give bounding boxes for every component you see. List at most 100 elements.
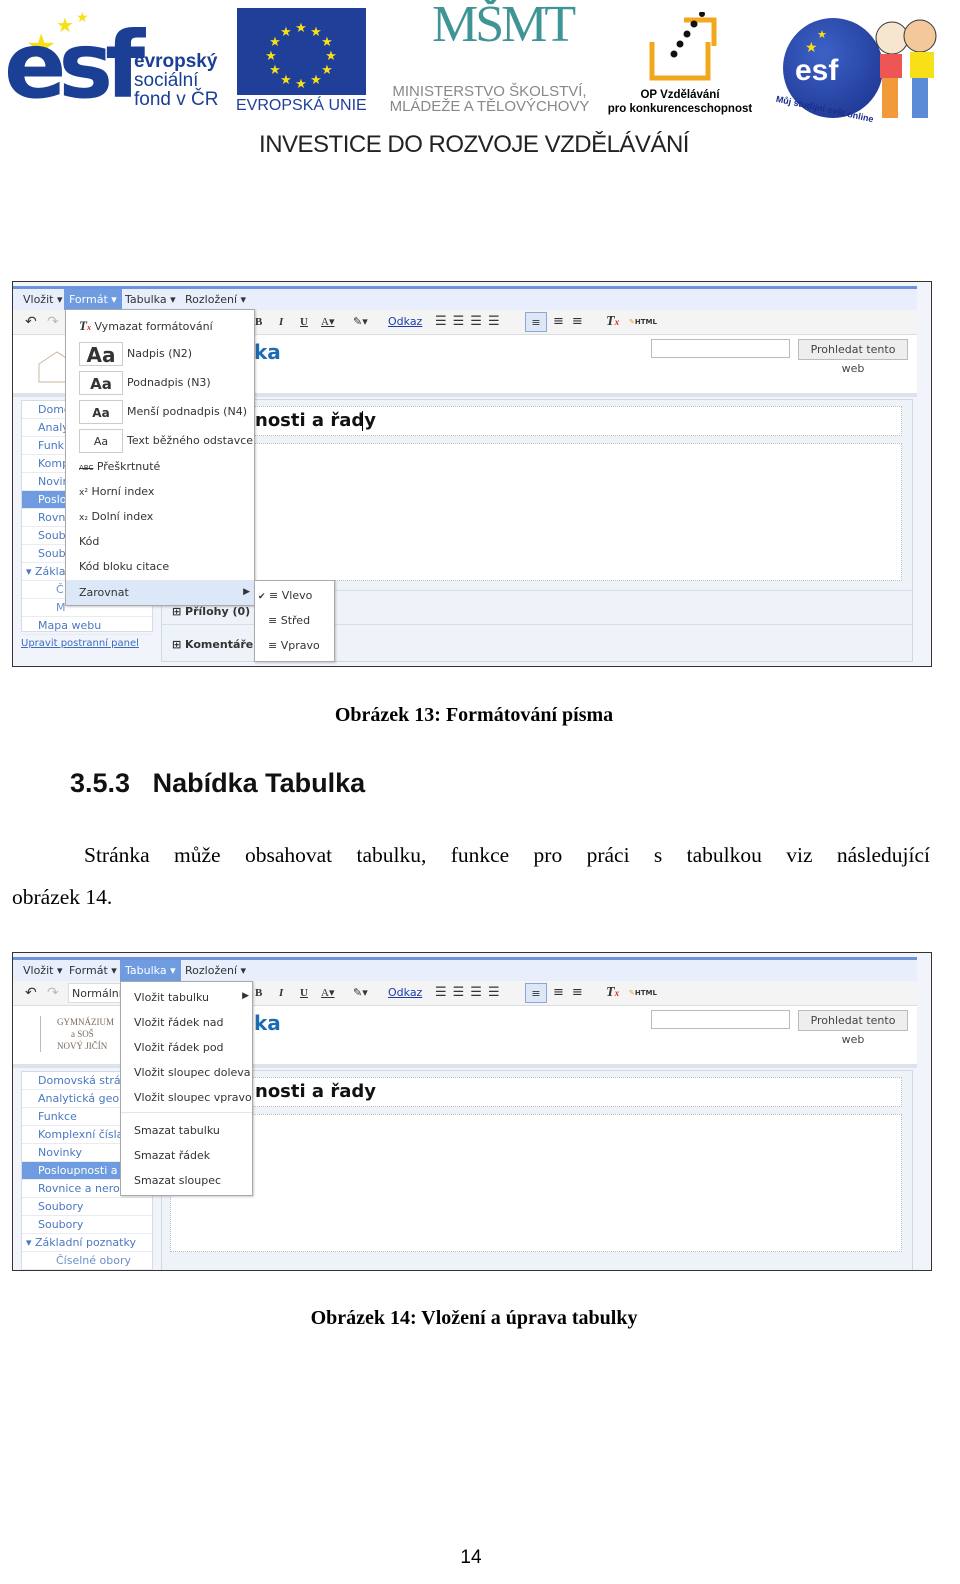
menu-item-insert-row-above[interactable]: Vložit řádek nad <box>121 1016 252 1029</box>
menu-item-heading-n4[interactable]: Aa Menší podnadpis (N4) <box>66 400 254 424</box>
site-title: ka <box>254 340 281 364</box>
clear-format-icon[interactable]: Tx <box>606 983 619 1003</box>
html-button[interactable]: ✎HTML <box>629 312 657 332</box>
menu-item-subscript[interactable]: x₂ Dolní index <box>66 510 254 523</box>
menu-item-heading-n3[interactable]: Aa Podnadpis (N3) <box>66 371 254 395</box>
format-menu: Tx Vymazat formátování Aa Nadpis (N2) Aa P… <box>65 309 255 606</box>
align-submenu: ✔ ≡ Vlevo ≡ Střed ≡ Vpravo <box>254 580 335 662</box>
highlight-button[interactable]: ✎▾ <box>353 983 368 1003</box>
align-center-right-icons[interactable]: ≡≡ <box>553 312 591 332</box>
op-line: pro konkurenceschopnost <box>607 103 753 115</box>
italic-button[interactable]: I <box>279 312 283 332</box>
menu-item-delete-row[interactable]: Smazat řádek <box>121 1149 252 1162</box>
align-left-icon[interactable]: ≡ <box>525 312 547 332</box>
align-left-icon[interactable]: ≡ <box>525 983 547 1003</box>
align-right-icon: ≡ <box>268 639 278 652</box>
menu-item-align[interactable]: Zarovnat ▶ <box>66 580 254 605</box>
search-button[interactable]: Prohledat tento web <box>798 339 908 375</box>
page-title-field[interactable]: nosti a řady <box>170 406 902 436</box>
content-area: nosti a řady <box>161 1070 913 1270</box>
menu-item-align-left[interactable]: ✔ ≡ Vlevo <box>255 589 334 602</box>
align-center-right-icons[interactable]: ≡≡ <box>553 983 591 1003</box>
underline-button[interactable]: U <box>300 312 308 332</box>
bold-button[interactable]: B <box>255 312 262 332</box>
menu-item-code[interactable]: Kód <box>66 535 254 548</box>
search-button[interactable]: Prohledat tento web <box>798 1010 908 1046</box>
align-center-icon: ≡ <box>268 614 278 627</box>
menu-item-strikethrough[interactable]: ABC Přeškrtnuté <box>66 460 254 473</box>
menu-rozlozeni[interactable]: Rozložení ▾ <box>180 960 251 981</box>
search-input[interactable] <box>651 339 790 358</box>
menu-separator <box>121 1112 252 1113</box>
bold-button[interactable]: B <box>255 983 262 1003</box>
undo-icon[interactable]: ↶ <box>25 983 37 1003</box>
esf-logo-text: evropský sociální fond v ČR <box>134 52 218 109</box>
sidebar-item[interactable]: Číselné obory <box>22 1252 152 1270</box>
svg-text:★: ★ <box>310 24 322 39</box>
svg-text:★: ★ <box>280 24 292 39</box>
menu-tabulka[interactable]: Tabulka ▾ <box>120 960 181 981</box>
redo-icon[interactable]: ↷ <box>47 983 59 1003</box>
attachments-toggle[interactable]: ⊞ Přílohy (0) <box>172 605 250 618</box>
undo-icon[interactable]: ↶ <box>25 312 37 332</box>
strikethrough-icon: ABC <box>79 464 94 472</box>
page-body-field[interactable] <box>170 443 902 581</box>
menu-item-insert-col-left[interactable]: Vložit sloupec doleva <box>121 1066 252 1079</box>
menu-format[interactable]: Formát ▾ <box>64 289 122 310</box>
search-input[interactable] <box>651 1010 790 1029</box>
school-logo-line: a SOŠ <box>71 1029 94 1039</box>
editor-screenshot-table: Vložit ▾ Formát ▾ Tabulka ▾ Rozložení ▾ … <box>12 952 932 1271</box>
msmt-logo-text: MINISTERSTVO ŠKOLSTVÍ, MLÁDEŽE A TĚLOVÝC… <box>377 84 602 114</box>
submenu-arrow-icon: ▶ <box>242 991 249 1001</box>
menu-item-insert-table[interactable]: Vložit tabulku ▶ <box>121 991 252 1004</box>
link-button[interactable]: Odkaz <box>388 312 422 332</box>
sidebar-item[interactable]: ▾ Základní poznatky <box>22 1234 152 1252</box>
paragraph-line: obrázek 14. <box>12 885 113 909</box>
menu-item-paragraph[interactable]: Aa Text běžného odstavce <box>66 429 254 453</box>
style-select[interactable]: Normální <box>68 983 123 1003</box>
menu-item-insert-col-right[interactable]: Vložit sloupec vpravo <box>121 1091 252 1104</box>
school-logo-line: NOVÝ JIČÍN <box>57 1041 108 1051</box>
menu-item-delete-column[interactable]: Smazat sloupec <box>121 1174 252 1187</box>
page-title-field[interactable]: nosti a řady <box>170 1077 902 1107</box>
redo-icon[interactable]: ↷ <box>47 312 59 332</box>
svg-text:★: ★ <box>310 72 322 87</box>
page-title: nosti a řady <box>255 410 376 431</box>
menu-vlozit[interactable]: Vložit ▾ <box>18 289 67 310</box>
esf-online-word: esf <box>795 54 839 87</box>
menu-vlozit[interactable]: Vložit ▾ <box>18 960 67 981</box>
clear-format-icon: Tx <box>79 318 91 333</box>
sidebar-item[interactable]: Soubory <box>22 1216 152 1234</box>
link-button[interactable]: Odkaz <box>388 983 422 1003</box>
italic-button[interactable]: I <box>279 983 283 1003</box>
menu-item-align-center[interactable]: ≡ Střed <box>255 614 334 627</box>
list-indent-icons[interactable]: ☰☰☰☰ <box>435 983 506 1003</box>
text-color-button[interactable]: A▾ <box>321 312 334 332</box>
list-indent-icons[interactable]: ☰☰☰☰ <box>435 312 506 332</box>
menu-tabulka[interactable]: Tabulka ▾ <box>120 289 181 310</box>
align-left-icon: ≡ <box>269 589 279 602</box>
op-line: OP Vzdělávání <box>640 89 720 101</box>
menu-format[interactable]: Formát ▾ <box>64 960 122 981</box>
menu-rozlozeni[interactable]: Rozložení ▾ <box>180 289 251 310</box>
html-button[interactable]: ✎HTML <box>629 983 657 1003</box>
menu-item-superscript[interactable]: x² Horní index <box>66 485 254 498</box>
edit-sidebar-link[interactable]: Upravit postranní panel <box>21 638 139 649</box>
tagline: INVESTICE DO ROZVOJE VZDĚLÁVÁNÍ <box>259 131 689 158</box>
page-title: nosti a řady <box>255 1081 376 1102</box>
svg-text:★: ★ <box>321 62 333 77</box>
underline-button[interactable]: U <box>300 983 308 1003</box>
text-color-button[interactable]: A▾ <box>321 983 334 1003</box>
esf-line: fond v ČR <box>134 89 219 110</box>
menu-item-clear-format[interactable]: Tx Vymazat formátování <box>66 318 254 334</box>
page-body-field[interactable] <box>170 1114 902 1252</box>
sidebar-item[interactable]: Soubory <box>22 1198 152 1216</box>
menu-item-blockquote[interactable]: Kód bloku citace <box>66 560 254 573</box>
menu-item-insert-row-below[interactable]: Vložit řádek pod <box>121 1041 252 1054</box>
menu-item-align-right[interactable]: ≡ Vpravo <box>255 639 334 652</box>
menu-item-delete-table[interactable]: Smazat tabulku <box>121 1124 252 1137</box>
clear-format-icon[interactable]: Tx <box>606 312 619 332</box>
menu-item-heading-n2[interactable]: Aa Nadpis (N2) <box>66 342 254 367</box>
sidebar-item[interactable]: Mapa webu <box>22 617 152 635</box>
highlight-button[interactable]: ✎▾ <box>353 312 368 332</box>
